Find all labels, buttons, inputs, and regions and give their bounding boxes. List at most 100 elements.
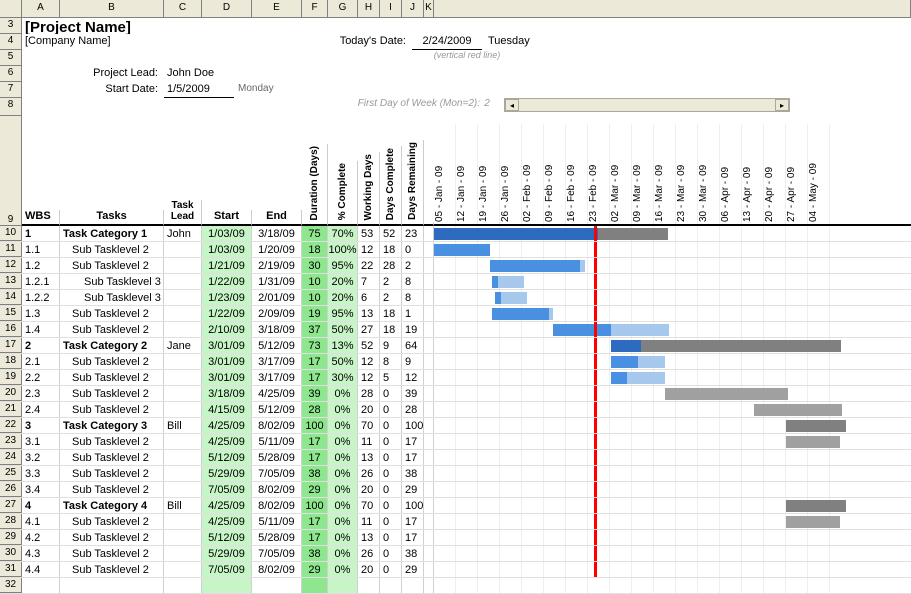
cell-wd[interactable]: 52 xyxy=(358,338,380,353)
cell-wbs[interactable] xyxy=(22,578,60,593)
table-row[interactable]: 202.3Sub Tasklevel 23/18/094/25/09390%28… xyxy=(0,386,911,402)
cell-dr[interactable]: 17 xyxy=(402,530,424,545)
row-header[interactable]: 29 xyxy=(0,530,22,545)
row-header[interactable]: 19 xyxy=(0,370,22,385)
gantt-cell[interactable] xyxy=(434,258,911,273)
cell-duration[interactable]: 29 xyxy=(302,562,328,577)
table-row[interactable]: 253.3Sub Tasklevel 25/29/097/05/09380%26… xyxy=(0,466,911,482)
cell-start[interactable]: 3/01/09 xyxy=(202,370,252,385)
cell-wbs[interactable]: 4.1 xyxy=(22,514,60,529)
gantt-bar[interactable] xyxy=(553,324,611,336)
gantt-cell[interactable] xyxy=(434,274,911,289)
cell-task[interactable]: Sub Tasklevel 2 xyxy=(60,322,164,337)
col-header-g[interactable]: G xyxy=(328,0,358,17)
date-col-header[interactable]: 19 - Jan - 09 xyxy=(478,124,500,224)
table-row[interactable]: 101Task Category 1John1/03/093/18/097570… xyxy=(0,226,911,242)
gantt-bar[interactable] xyxy=(434,228,598,240)
col-header-f[interactable]: F xyxy=(302,0,328,17)
cell-end[interactable]: 3/17/09 xyxy=(252,370,302,385)
cell-task[interactable]: Sub Tasklevel 2 xyxy=(60,562,164,577)
gantt-cell[interactable] xyxy=(434,418,911,433)
gantt-cell[interactable] xyxy=(434,322,911,337)
row-header[interactable]: 23 xyxy=(0,434,22,449)
cell-lead[interactable] xyxy=(164,354,202,369)
hdr-dr[interactable]: Days Remaining xyxy=(402,140,424,226)
cell-task[interactable]: Sub Tasklevel 2 xyxy=(60,530,164,545)
cell-dc[interactable]: 0 xyxy=(380,546,402,561)
row-header-5[interactable]: 5 xyxy=(0,50,22,66)
cell-task[interactable]: Sub Tasklevel 3 xyxy=(60,290,164,305)
cell-lead[interactable] xyxy=(164,482,202,497)
table-row[interactable]: 141.2.2Sub Tasklevel 31/23/092/01/091020… xyxy=(0,290,911,306)
cell-duration[interactable]: 19 xyxy=(302,306,328,321)
cell-dc[interactable]: 2 xyxy=(380,290,402,305)
cell-start[interactable]: 4/15/09 xyxy=(202,402,252,417)
cell-end[interactable]: 5/28/09 xyxy=(252,530,302,545)
gantt-bar[interactable] xyxy=(627,372,665,384)
cell-end[interactable]: 1/31/09 xyxy=(252,274,302,289)
cell-end[interactable]: 3/18/09 xyxy=(252,322,302,337)
table-row[interactable]: 233.1Sub Tasklevel 24/25/095/11/09170%11… xyxy=(0,434,911,450)
cell-wd[interactable]: 13 xyxy=(358,530,380,545)
cell-task[interactable]: Task Category 4 xyxy=(60,498,164,513)
cell-dr[interactable]: 100 xyxy=(402,418,424,433)
cell-task[interactable]: Sub Tasklevel 3 xyxy=(60,274,164,289)
cell-wbs[interactable]: 2 xyxy=(22,338,60,353)
cell-pct[interactable]: 70% xyxy=(328,226,358,241)
cell-spacer[interactable] xyxy=(424,354,434,369)
date-col-header[interactable]: 09 - Mar - 09 xyxy=(632,124,654,224)
cell-wd[interactable]: 26 xyxy=(358,466,380,481)
cell-spacer[interactable] xyxy=(424,578,434,593)
cell-wd[interactable]: 13 xyxy=(358,450,380,465)
row-header[interactable]: 16 xyxy=(0,322,22,337)
date-col-header[interactable]: 23 - Mar - 09 xyxy=(676,124,698,224)
cell-lead[interactable]: Bill xyxy=(164,418,202,433)
cell-wbs[interactable]: 3.4 xyxy=(22,482,60,497)
cell-dc[interactable]: 2 xyxy=(380,274,402,289)
cell-start[interactable]: 1/03/09 xyxy=(202,226,252,241)
date-col-header[interactable]: 26 - Jan - 09 xyxy=(500,124,522,224)
cell-duration[interactable]: 17 xyxy=(302,434,328,449)
cell-wd[interactable]: 70 xyxy=(358,498,380,513)
table-row[interactable]: 192.2Sub Tasklevel 23/01/093/17/091730%1… xyxy=(0,370,911,386)
cell-wd[interactable]: 26 xyxy=(358,546,380,561)
gantt-cell[interactable] xyxy=(434,562,911,577)
cell-task[interactable]: Sub Tasklevel 2 xyxy=(60,434,164,449)
cell-dc[interactable]: 0 xyxy=(380,450,402,465)
table-row[interactable]: 121.2Sub Tasklevel 21/21/092/19/093095%2… xyxy=(0,258,911,274)
date-col-header[interactable]: 27 - Apr - 09 xyxy=(786,124,808,224)
col-header-j[interactable]: J xyxy=(402,0,424,17)
gantt-cell[interactable] xyxy=(434,450,911,465)
table-row[interactable]: 131.2.1Sub Tasklevel 31/22/091/31/091020… xyxy=(0,274,911,290)
cell-lead[interactable]: John xyxy=(164,226,202,241)
gantt-bar[interactable] xyxy=(549,308,553,320)
cell-spacer[interactable] xyxy=(424,402,434,417)
cell-wd[interactable]: 12 xyxy=(358,354,380,369)
cell-pct[interactable]: 0% xyxy=(328,562,358,577)
cell-start[interactable]: 1/23/09 xyxy=(202,290,252,305)
cell-duration[interactable]: 38 xyxy=(302,466,328,481)
row-header[interactable]: 18 xyxy=(0,354,22,369)
cell-task[interactable]: Sub Tasklevel 2 xyxy=(60,242,164,257)
cell-lead[interactable] xyxy=(164,530,202,545)
hdr-lead[interactable]: Task Lead xyxy=(164,200,202,226)
cell-pct[interactable]: 0% xyxy=(328,482,358,497)
hdr-wd[interactable]: Working Days xyxy=(358,152,380,227)
cell-dr[interactable]: 17 xyxy=(402,450,424,465)
cell-start[interactable]: 4/25/09 xyxy=(202,498,252,513)
cell-pct[interactable]: 95% xyxy=(328,306,358,321)
date-col-header[interactable]: 09 - Feb - 09 xyxy=(544,124,566,224)
table-row[interactable]: 151.3Sub Tasklevel 21/22/092/09/091995%1… xyxy=(0,306,911,322)
cell-duration[interactable]: 37 xyxy=(302,322,328,337)
cell-start[interactable]: 3/01/09 xyxy=(202,338,252,353)
date-col-header[interactable]: 16 - Feb - 09 xyxy=(566,124,588,224)
cell-dc[interactable]: 18 xyxy=(380,242,402,257)
col-header-k[interactable]: K xyxy=(424,0,434,17)
date-col-header[interactable]: 06 - Apr - 09 xyxy=(720,124,742,224)
cell-duration[interactable]: 17 xyxy=(302,514,328,529)
cell-end[interactable]: 8/02/09 xyxy=(252,498,302,513)
cell-start[interactable]: 5/12/09 xyxy=(202,530,252,545)
row-header[interactable]: 22 xyxy=(0,418,22,433)
cell-wd[interactable]: 27 xyxy=(358,322,380,337)
cell-wbs[interactable]: 3 xyxy=(22,418,60,433)
